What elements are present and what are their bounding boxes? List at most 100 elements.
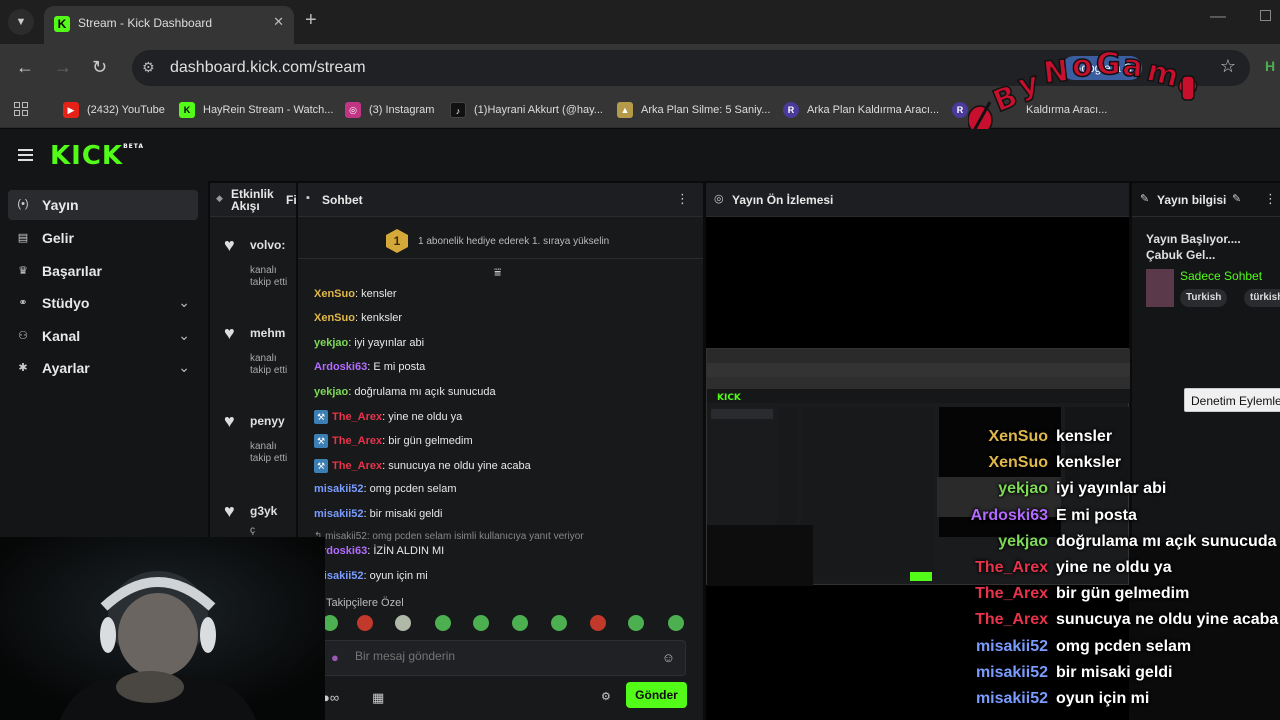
- overlay-chat-text: E mi posta: [1056, 507, 1137, 524]
- chat-message-input[interactable]: [355, 649, 635, 663]
- activity-feed-filter-label[interactable]: Fi: [286, 193, 297, 207]
- sidebar-item-studyo[interactable]: ⚭ Stüdyo ⌄: [8, 288, 198, 318]
- forward-arrow-icon[interactable]: →: [54, 57, 72, 78]
- sidebar-item-basarilar[interactable]: ♛ Başarılar: [8, 256, 198, 286]
- emote-icon[interactable]: [628, 615, 644, 631]
- emote-icon[interactable]: [512, 615, 528, 631]
- webcam-person-image: [0, 537, 325, 720]
- studio-icon: ⚭: [18, 297, 28, 309]
- bookmark-tiktok[interactable]: ♪ (1)Hayrani Akkurt (@hay...: [450, 101, 603, 119]
- chat-settings-gear-icon[interactable]: ⚙: [601, 690, 611, 703]
- chat-username[interactable]: The_Arex: [332, 435, 382, 447]
- chat-username[interactable]: XenSuo: [314, 288, 355, 300]
- store-icon[interactable]: ▦: [372, 690, 384, 706]
- apps-grid-icon[interactable]: [14, 102, 30, 118]
- stream-title-text: Yayın Başlıyor.... Çabuk Gel...: [1146, 232, 1241, 262]
- overlay-chat-message: yekjao iyi yayınlar abi: [940, 480, 1280, 502]
- sidebar-item-yayin[interactable]: (•) Yayın: [8, 190, 198, 220]
- drag-handle-icon[interactable]: ◆: [216, 193, 223, 204]
- more-options-icon[interactable]: ⋮: [676, 191, 689, 207]
- window-maximize-icon[interactable]: [1260, 10, 1271, 21]
- overlay-chat-username: The_Arex: [975, 559, 1048, 576]
- hamburger-menu-icon[interactable]: [18, 149, 33, 164]
- address-url[interactable]: dashboard.kick.com/stream: [170, 59, 366, 77]
- trophy-icon: ♛: [18, 265, 28, 277]
- bookmark-instagram[interactable]: ◎ (3) Instagram: [345, 101, 434, 119]
- chat-input-box[interactable]: ● ☺: [320, 640, 686, 676]
- overlay-chat-username: yekjao: [998, 533, 1048, 550]
- chat-message: ⚒ The_Arex: bir gün gelmedim: [314, 434, 473, 448]
- chevron-down-icon[interactable]: ⌄: [178, 359, 190, 376]
- chat-message: XenSuo: kenksler: [314, 312, 403, 324]
- chat-text: kenksler: [361, 312, 403, 324]
- emote-icon[interactable]: [357, 615, 373, 631]
- chevron-down-icon[interactable]: ⌄: [178, 294, 190, 311]
- emote-icon[interactable]: [435, 615, 451, 631]
- wrench-icon: ✎: [1140, 193, 1150, 205]
- sidebar-item-kanal[interactable]: ⚇ Kanal ⌄: [8, 321, 198, 351]
- overlay-chat-username: Ardoski63: [970, 507, 1048, 524]
- send-button[interactable]: Gönder: [626, 682, 687, 708]
- chat-text: iyi yayınlar abi: [354, 337, 425, 349]
- chat-username[interactable]: yekjao: [314, 337, 348, 349]
- svg-text:y: y: [1015, 65, 1043, 104]
- edit-pencil-icon[interactable]: ✎: [1232, 192, 1241, 205]
- rank-badge: 1: [386, 229, 408, 253]
- broadcast-icon: (•): [17, 198, 29, 210]
- stream-preview-title: Yayın Ön İzlemesi: [732, 193, 834, 207]
- chevron-down-icon[interactable]: ⌄: [178, 327, 190, 344]
- kick-logo[interactable]: KICKBETA: [50, 141, 144, 171]
- more-options-icon[interactable]: ⋮: [1264, 191, 1277, 207]
- chat-message: ⚒ The_Arex: sunucuya ne oldu yine acaba: [314, 459, 531, 473]
- gift-leaderboard-banner[interactable]: 1 1 abonelik hediye ederek 1. sıraya yük…: [298, 217, 703, 259]
- bookmark-arka-plan-kaldirma[interactable]: R Arka Plan Kaldırma Aracı...: [783, 101, 939, 119]
- browser-tab-active[interactable]: K Stream - Kick Dashboard ✕: [44, 6, 294, 44]
- emote-icon[interactable]: [590, 615, 606, 631]
- overlay-chat-text: kenksler: [1056, 454, 1121, 471]
- chat-text: bir gün gelmedim: [388, 434, 473, 447]
- chat-username[interactable]: XenSuo: [314, 312, 355, 324]
- chat-username[interactable]: Ardoski63: [314, 361, 367, 373]
- activity-username[interactable]: g3yk: [250, 504, 277, 518]
- chat-username[interactable]: misakii52: [314, 483, 364, 495]
- category-link[interactable]: Sadece Sohbet: [1180, 269, 1262, 283]
- overlay-chat-message: XenSuo kenksler: [940, 454, 1280, 476]
- chat-username[interactable]: yekjao: [314, 386, 348, 398]
- bookmark-star-icon[interactable]: ☆: [1220, 56, 1236, 77]
- activity-username[interactable]: penyy: [250, 414, 285, 428]
- emote-icon[interactable]: [668, 615, 684, 631]
- heart-icon: ♥: [224, 323, 235, 343]
- svg-text:KICK: KICK: [717, 393, 742, 403]
- window-minimize-icon[interactable]: —: [1210, 8, 1226, 26]
- bookmark-arka-plan-silme[interactable]: ▲ Arka Plan Silme: 5 Saniy...: [617, 101, 770, 119]
- new-tab-plus-icon[interactable]: +: [305, 9, 317, 32]
- activity-description: kanalı takip etti: [250, 265, 288, 288]
- emote-icon[interactable]: [473, 615, 489, 631]
- tab-search-chevron-icon[interactable]: ▼: [8, 9, 34, 35]
- profile-avatar[interactable]: H: [1265, 58, 1275, 74]
- activity-username[interactable]: volvo:: [250, 238, 285, 252]
- chat-text: İZİN ALDIN MI: [373, 545, 445, 557]
- microphone-icon[interactable]: ●: [331, 650, 339, 665]
- reload-icon[interactable]: ↻: [92, 57, 107, 78]
- overlay-chat-text: bir gün gelmedim: [1056, 585, 1190, 602]
- close-tab-icon[interactable]: ✕: [273, 14, 284, 30]
- collapse-pin-icon[interactable]: ⩸: [494, 265, 501, 280]
- bookmark-kick[interactable]: K HayRein Stream - Watch...: [179, 101, 333, 119]
- emoji-icon[interactable]: ☺: [662, 650, 675, 665]
- overlay-chat-text: doğrulama mı açık sunucuda: [1056, 533, 1277, 550]
- emote-icon[interactable]: [551, 615, 567, 631]
- site-info-icon[interactable]: ⚙: [142, 59, 155, 76]
- sidebar-item-ayarlar[interactable]: ✱ Ayarlar ⌄: [8, 353, 198, 383]
- chat-text: bir misaki geldi: [369, 508, 443, 520]
- chat-username[interactable]: The_Arex: [332, 460, 382, 472]
- chat-username[interactable]: misakii52: [314, 508, 364, 520]
- bookmark-youtube[interactable]: ▶ (2432) YouTube: [63, 101, 165, 119]
- back-arrow-icon[interactable]: ←: [16, 57, 34, 78]
- chat-username[interactable]: The_Arex: [332, 411, 382, 423]
- activity-feed-panel: ◆ Etkinlik Akışı Fi ♥ volvo: kanalı taki…: [210, 183, 297, 543]
- activity-username[interactable]: mehm: [250, 326, 285, 340]
- sidebar-item-gelir[interactable]: ▤ Gelir: [8, 223, 198, 253]
- kick-icon: K: [179, 102, 195, 119]
- emote-icon[interactable]: [395, 615, 411, 631]
